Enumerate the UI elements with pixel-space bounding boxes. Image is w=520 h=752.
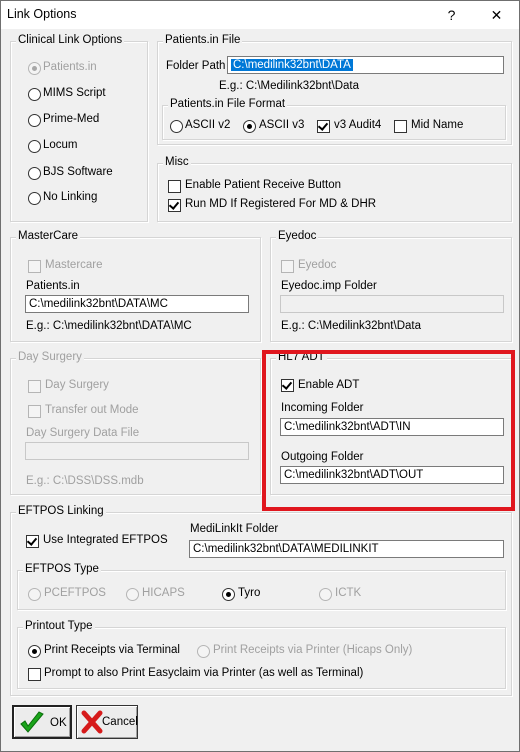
day-surgery-file-label: Day Surgery Data File	[26, 427, 140, 439]
close-button[interactable]: ✕	[474, 1, 519, 29]
radio-print-via-terminal[interactable]	[28, 645, 41, 658]
medilinkit-folder-input[interactable]: C:\medilink32bnt\DATA\MEDILINKIT	[189, 540, 504, 558]
checkbox-v3-audit4[interactable]	[317, 120, 330, 133]
radio-label-ascii-v3: ASCII v3	[259, 119, 305, 131]
hl7-highlight-box	[262, 350, 515, 511]
mastercare-patients-label: Patients.in	[26, 280, 80, 292]
checkbox-prompt-easyclaim[interactable]	[28, 668, 41, 681]
radio-ictk[interactable]	[319, 588, 332, 601]
day-surgery-example: E.g.: C:\DSS\DSS.mdb	[26, 475, 144, 487]
group-title: Patients.in File Format	[168, 98, 288, 110]
checkbox-enable-patient-receive[interactable]	[168, 180, 181, 193]
window-title: Link Options	[7, 7, 77, 21]
eyedoc-folder-input[interactable]	[280, 295, 504, 313]
cancel-x-icon	[81, 710, 103, 734]
checkbox-label-eyedoc: Eyedoc	[298, 259, 337, 271]
radio-label-pceftpos: PCEFTPOS	[44, 587, 106, 599]
checkbox-mastercare[interactable]	[28, 260, 41, 273]
radio-print-via-printer[interactable]	[197, 645, 210, 658]
group-title: Clinical Link Options	[16, 34, 125, 46]
checkbox-day-surgery[interactable]	[28, 380, 41, 393]
checkbox-label-enable-patient-receive: Enable Patient Receive Button	[185, 179, 341, 191]
checkbox-label-v3-audit4: v3 Audit4	[334, 119, 382, 131]
checkbox-label-mastercare: Mastercare	[45, 259, 103, 271]
group-title: MasterCare	[16, 230, 81, 242]
checkbox-label-prompt-easyclaim: Prompt to also Print Easyclaim via Print…	[44, 667, 364, 679]
radio-label-mims-script: MIMS Script	[43, 87, 106, 99]
cancel-button-label: Cancel	[102, 716, 138, 728]
group-title: Eyedoc	[276, 230, 319, 242]
checkbox-run-md[interactable]	[168, 199, 181, 212]
folder-path-example: E.g.: C:\Medilink32bnt\Data	[219, 80, 359, 92]
group-title: EFTPOS Type	[23, 563, 101, 575]
radio-tyro[interactable]	[222, 588, 235, 601]
group-title: Day Surgery	[16, 351, 84, 363]
link-options-dialog: Link Options ? ✕ Clinical Link Options P…	[0, 0, 520, 752]
ok-button[interactable]: OK	[12, 705, 72, 739]
medilinkit-folder-label: MediLinkIt Folder	[190, 523, 279, 535]
checkbox-label-run-md: Run MD If Registered For MD & DHR	[185, 198, 377, 210]
radio-label-ascii-v2: ASCII v2	[185, 119, 231, 131]
radio-label-hicaps: HICAPS	[142, 587, 185, 599]
radio-label-bjs-software: BJS Software	[43, 166, 113, 178]
radio-label-no-linking: No Linking	[43, 191, 98, 203]
group-title: Printout Type	[23, 620, 95, 632]
day-surgery-file-input[interactable]	[25, 442, 249, 460]
checkbox-mid-name[interactable]	[394, 120, 407, 133]
radio-label-patients-in: Patients.in	[43, 61, 97, 73]
misc-group: Misc	[157, 156, 512, 222]
radio-bjs-software[interactable]	[28, 167, 41, 180]
checkbox-use-integrated-eftpos[interactable]	[26, 535, 39, 548]
folder-path-label: Folder Path	[166, 60, 226, 72]
mastercare-patients-input[interactable]: C:\medilink32bnt\DATA\MC	[25, 295, 249, 313]
checkbox-label-transfer-out-mode: Transfer out Mode	[45, 404, 139, 416]
radio-locum[interactable]	[28, 140, 41, 153]
group-title: Misc	[163, 156, 191, 168]
checkbox-transfer-out-mode[interactable]	[28, 405, 41, 418]
radio-label-print-via-printer: Print Receipts via Printer (Hicaps Only)	[213, 644, 413, 656]
radio-label-print-via-terminal: Print Receipts via Terminal	[44, 644, 180, 656]
radio-label-locum: Locum	[43, 139, 78, 151]
title-bar: Link Options ? ✕	[1, 1, 519, 29]
eyedoc-example: E.g.: C:\Medilink32bnt\Data	[281, 320, 421, 332]
radio-mims-script[interactable]	[28, 88, 41, 101]
check-icon	[20, 711, 44, 733]
printout-type-group: Printout Type	[17, 620, 506, 689]
radio-hicaps[interactable]	[126, 588, 139, 601]
folder-path-input[interactable]: C:\medilink32bnt\DATA	[227, 56, 504, 74]
radio-ascii-v2[interactable]	[170, 120, 183, 133]
radio-label-ictk: ICTK	[335, 587, 362, 599]
radio-label-prime-med: Prime-Med	[43, 113, 100, 125]
cancel-button[interactable]: Cancel	[76, 705, 138, 739]
group-title: Patients.in File	[163, 34, 243, 46]
ok-button-label: OK	[50, 717, 67, 729]
eyedoc-folder-label: Eyedoc.imp Folder	[281, 280, 377, 292]
help-button[interactable]: ?	[429, 1, 474, 29]
group-title: EFTPOS Linking	[16, 505, 106, 517]
checkbox-label-use-integrated-eftpos: Use Integrated EFTPOS	[43, 534, 168, 546]
mastercare-example: E.g.: C:\medilink32bnt\DATA\MC	[26, 320, 192, 332]
radio-label-tyro: Tyro	[238, 587, 261, 599]
radio-prime-med[interactable]	[28, 114, 41, 127]
checkbox-label-day-surgery: Day Surgery	[45, 379, 109, 391]
checkbox-eyedoc[interactable]	[281, 260, 294, 273]
checkbox-label-mid-name: Mid Name	[411, 119, 464, 131]
radio-patients-in[interactable]	[28, 62, 41, 75]
radio-pceftpos[interactable]	[28, 588, 41, 601]
radio-ascii-v3[interactable]	[243, 120, 256, 133]
radio-no-linking[interactable]	[28, 192, 41, 205]
